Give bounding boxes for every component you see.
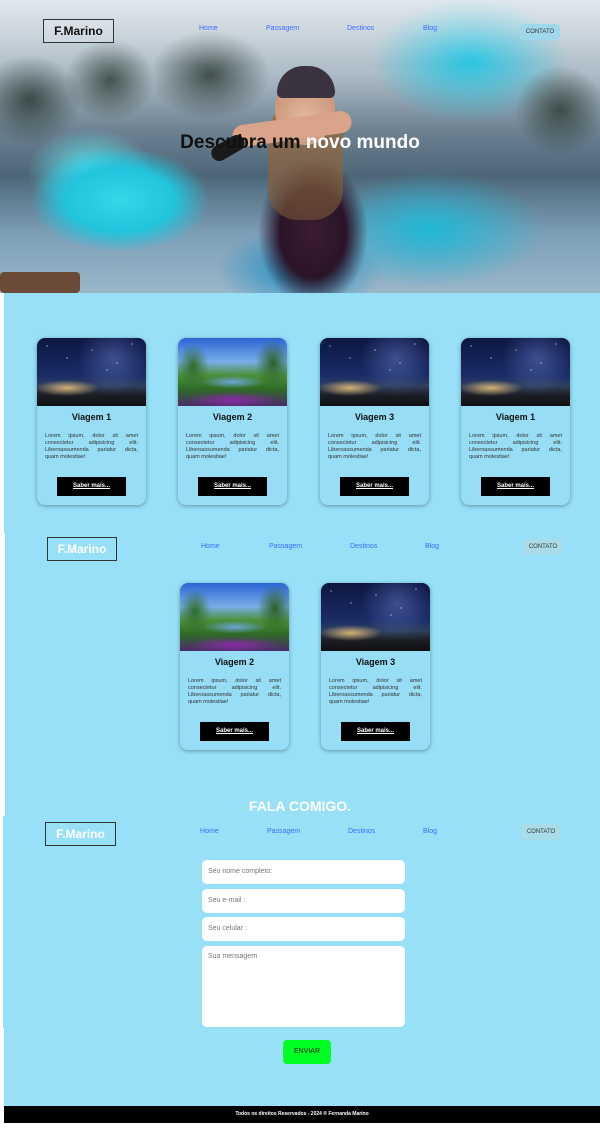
card-image-garden	[178, 338, 287, 406]
card-title: Viagem 3	[354, 412, 395, 422]
contact-button[interactable]: CONTATO	[520, 24, 560, 40]
trip-card: Viagem 1 Lorem ipsum, dolor sit amet con…	[37, 338, 146, 505]
trip-card: Viagem 2 Lorem ipsum, dolor sit amet con…	[180, 583, 289, 750]
nav-destinos-link[interactable]: Destinos	[350, 543, 377, 550]
card-image-garden	[180, 583, 289, 651]
nav-home-link[interactable]: Home	[201, 543, 220, 550]
card-title: Viagem 2	[214, 657, 255, 667]
hero-banner: F.Marino Home Passagem Destinos Blog CON…	[0, 0, 600, 293]
saber-mais-button[interactable]: Saber mais...	[340, 477, 409, 496]
hero-title-highlight: novo mundo	[305, 132, 420, 153]
nav-passagem-link[interactable]: Passagem	[269, 543, 302, 550]
logo[interactable]: F.Marino	[43, 19, 114, 43]
trip-card: Viagem 2 Lorem ipsum, dolor sit amet con…	[178, 338, 287, 505]
saber-mais-button[interactable]: Saber mais...	[481, 477, 550, 496]
cards-section-2	[5, 530, 600, 817]
trip-card: Viagem 3 Lorem ipsum, dolor sit amet con…	[321, 583, 430, 750]
hero-title: Descubra um novo mundo	[0, 132, 600, 154]
card-text: Lorem ipsum, dolor sit amet consectetur …	[45, 433, 138, 460]
saber-mais-button[interactable]: Saber mais...	[200, 722, 269, 741]
card-title: Viagem 3	[355, 657, 396, 667]
nav-destinos-link[interactable]: Destinos	[347, 25, 374, 32]
saber-mais-button[interactable]: Saber mais...	[341, 722, 410, 741]
top-nav: F.Marino Home Passagem Destinos Blog CON…	[0, 19, 600, 49]
name-field[interactable]: Seu nome completo:	[202, 860, 405, 884]
nav-blog-link[interactable]: Blog	[425, 543, 439, 550]
contact-button[interactable]: CONTATO	[521, 824, 561, 840]
nav-home-link[interactable]: Home	[200, 828, 219, 835]
phone-field[interactable]: Seu celular :	[202, 917, 405, 941]
contact-heading: FALA COMIGO.	[248, 798, 352, 814]
send-button[interactable]: ENVIAR	[283, 1040, 331, 1064]
card-title: Viagem 2	[212, 412, 253, 422]
contact-button[interactable]: CONTATO	[523, 539, 563, 555]
card-text: Lorem ipsum, dolor sit amet consectetur …	[188, 678, 281, 705]
card-image-night-sky	[321, 583, 430, 651]
nav-repeat-2: F.Marino Home Passagem Destinos Blog CON…	[0, 822, 600, 852]
trip-card: Viagem 3 Lorem ipsum, dolor sit amet con…	[320, 338, 429, 505]
trip-card: Viagem 1 Lorem ipsum, dolor sit amet con…	[461, 338, 570, 505]
email-field[interactable]: Seu e-mail :	[202, 889, 405, 913]
logo[interactable]: F.Marino	[45, 822, 116, 846]
hero-title-dark: Descubra um	[180, 132, 306, 153]
card-text: Lorem ipsum, dolor sit amet consectetur …	[328, 433, 421, 460]
card-image-night-sky	[461, 338, 570, 406]
card-text: Lorem ipsum, dolor sit amet consectetur …	[186, 433, 279, 460]
card-title: Viagem 1	[495, 412, 536, 422]
saber-mais-button[interactable]: Saber mais...	[198, 477, 267, 496]
card-text: Lorem ipsum, dolor sit amet consectetur …	[329, 678, 422, 705]
nav-blog-link[interactable]: Blog	[423, 828, 437, 835]
saber-mais-button[interactable]: Saber mais...	[57, 477, 126, 496]
nav-repeat-1: F.Marino Home Passagem Destinos Blog CON…	[0, 537, 600, 567]
nav-passagem-link[interactable]: Passagem	[267, 828, 300, 835]
message-field[interactable]: Sua mensagem	[202, 946, 405, 1027]
card-text: Lorem ipsum, dolor sit amet consectetur …	[469, 433, 562, 460]
nav-destinos-link[interactable]: Destinos	[348, 828, 375, 835]
card-image-night-sky	[37, 338, 146, 406]
card-image-night-sky	[320, 338, 429, 406]
footer: Todos os direitos Reservados - 2024 ® Fe…	[4, 1106, 600, 1123]
card-title: Viagem 1	[71, 412, 112, 422]
logo[interactable]: F.Marino	[47, 537, 117, 561]
nav-blog-link[interactable]: Blog	[423, 25, 437, 32]
nav-home-link[interactable]: Home	[199, 25, 218, 32]
nav-passagem-link[interactable]: Passagem	[266, 25, 299, 32]
